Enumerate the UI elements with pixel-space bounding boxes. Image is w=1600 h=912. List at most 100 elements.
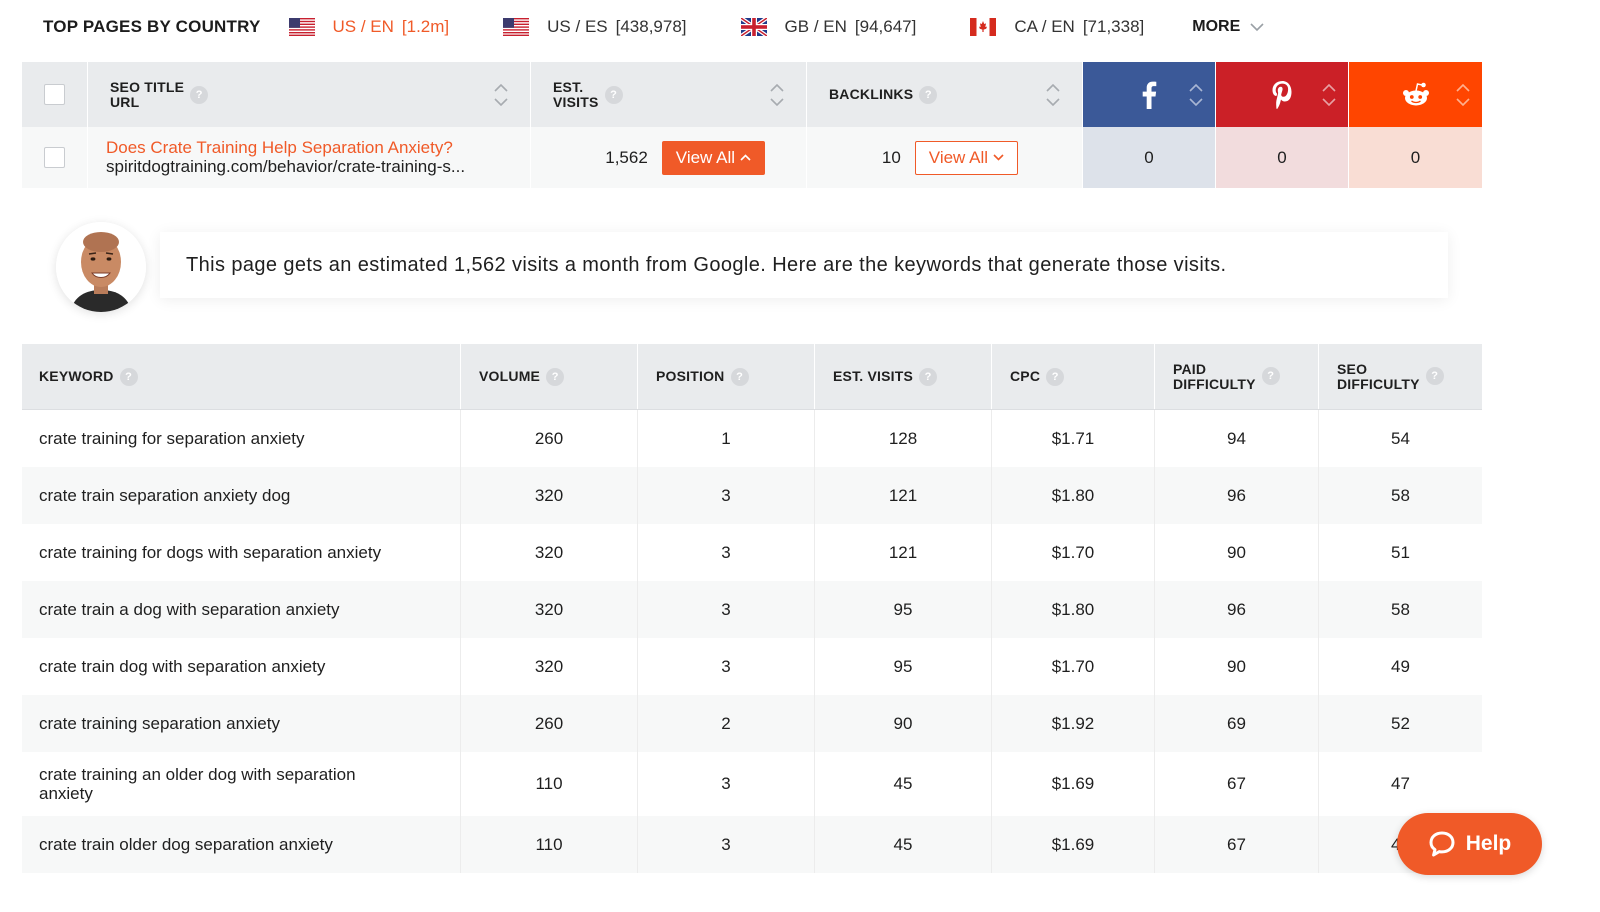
keyword-cell: crate train separation anxiety dog — [39, 486, 291, 505]
paid-label: PAID — [1173, 360, 1207, 377]
view-all-label: View All — [675, 147, 735, 167]
top-table-header: SEO TITLE URL ? EST. VISITS ? BACKLINKS … — [22, 62, 1482, 127]
keyword-cell: crate train a dog with separation anxiet… — [39, 600, 340, 619]
select-all-cell — [22, 62, 88, 127]
sort-icon[interactable] — [770, 83, 784, 106]
table-row: crate train a dog with separation anxiet… — [22, 581, 1482, 638]
seo-difficulty-column-header[interactable]: SEO DIFFICULTY ? — [1319, 344, 1482, 409]
est-visits-cell: 90 — [893, 713, 913, 733]
view-all-visits-button[interactable]: View All — [661, 140, 765, 175]
cpc-cell: $1.92 — [1051, 713, 1095, 733]
row-checkbox[interactable] — [44, 147, 65, 168]
table-row: crate training for separation anxiety 26… — [22, 410, 1482, 467]
help-icon[interactable]: ? — [604, 85, 623, 104]
help-icon[interactable]: ? — [1261, 366, 1280, 385]
sort-icon[interactable] — [1456, 83, 1470, 106]
country-tab-ca-en[interactable]: CA / EN [71,338] — [970, 17, 1144, 37]
keyword-cell: crate training for dogs with separation … — [39, 543, 382, 562]
select-all-checkbox[interactable] — [44, 84, 65, 105]
cpc-cell: $1.69 — [1051, 774, 1095, 793]
table-row: crate training an older dog with separat… — [22, 752, 1482, 816]
est-visits-header[interactable]: EST. VISITS ? — [531, 62, 807, 127]
seo-difficulty-cell: 51 — [1391, 542, 1410, 562]
country-tab-us-es[interactable]: US / ES [438,978] — [503, 17, 687, 37]
cpc-cell: $1.70 — [1051, 656, 1095, 676]
chevron-down-icon — [1250, 22, 1264, 31]
sort-icon[interactable] — [1322, 83, 1336, 106]
reddit-header[interactable] — [1349, 62, 1482, 127]
paid-difficulty-cell: 90 — [1227, 542, 1246, 562]
help-icon[interactable]: ? — [190, 85, 209, 104]
facebook-header[interactable] — [1083, 62, 1216, 127]
keyword-column-header[interactable]: KEYWORD ? — [22, 344, 461, 409]
position-cell: 3 — [721, 656, 731, 676]
help-icon[interactable]: ? — [1046, 367, 1065, 386]
seo-difficulty-cell: 49 — [1391, 656, 1410, 676]
country-tab-us-en[interactable]: US / EN [1.2m] — [288, 17, 449, 37]
pinterest-header[interactable] — [1216, 62, 1349, 127]
country-code: US / ES — [547, 17, 608, 36]
volume-column-header[interactable]: VOLUME ? — [461, 344, 638, 409]
pinterest-shares-value: 0 — [1277, 147, 1287, 167]
paid-difficulty-column-header[interactable]: PAID DIFFICULTY ? — [1155, 344, 1319, 409]
backlinks-header[interactable]: BACKLINKS ? — [807, 62, 1083, 127]
volume-cell: 320 — [534, 542, 564, 562]
backlinks-label: BACKLINKS — [829, 86, 914, 102]
est-visits-cell: 121 — [888, 542, 918, 562]
volume-cell: 260 — [534, 713, 564, 733]
table-row: crate train separation anxiety dog 320 3… — [22, 467, 1482, 524]
facebook-shares-cell: 0 — [1083, 127, 1216, 188]
view-all-backlinks-button[interactable]: View All — [914, 140, 1018, 175]
seo-difficulty-cell: 47 — [1391, 774, 1410, 793]
volume-cell: 110 — [535, 834, 563, 854]
paid-difficulty-cell: 90 — [1227, 656, 1246, 676]
page-title-link[interactable]: Does Crate Training Help Separation Anxi… — [106, 138, 465, 157]
us-flag-icon — [288, 18, 315, 36]
seo-title-header[interactable]: SEO TITLE URL ? — [88, 62, 531, 127]
cpc-cell: $1.80 — [1051, 599, 1095, 619]
help-icon[interactable]: ? — [1425, 366, 1444, 385]
chevron-up-icon — [740, 154, 751, 161]
table-row: crate train dog with separation anxiety … — [22, 638, 1482, 695]
country-count: [71,338] — [1082, 17, 1145, 36]
est-visits-value: 1,562 — [605, 147, 648, 167]
gb-flag-icon — [739, 16, 768, 38]
seo-title-label: SEO TITLE — [110, 78, 185, 95]
position-cell: 3 — [721, 485, 731, 505]
sort-icon[interactable] — [494, 83, 508, 106]
avatar — [56, 222, 146, 312]
paid-difficulty-cell: 67 — [1227, 774, 1246, 793]
help-icon[interactable]: ? — [546, 367, 565, 386]
position-cell: 3 — [721, 599, 731, 619]
position-cell: 3 — [721, 542, 731, 562]
keyword-cell: crate training separation anxiety — [39, 714, 280, 733]
table-row: Does Crate Training Help Separation Anxi… — [22, 127, 1482, 188]
sort-icon[interactable] — [1046, 83, 1060, 106]
help-icon[interactable]: ? — [730, 367, 749, 386]
sort-icon[interactable] — [1189, 83, 1203, 106]
help-icon[interactable]: ? — [119, 367, 138, 386]
position-column-header[interactable]: POSITION ? — [638, 344, 815, 409]
help-icon[interactable]: ? — [919, 85, 938, 104]
keyword-cell: crate training an older dog with separat… — [39, 765, 356, 803]
seo-difficulty-cell: 58 — [1391, 485, 1410, 505]
country-tab-gb-en[interactable]: GB / EN [94,647] — [739, 16, 916, 38]
cpc-header-label: CPC — [1010, 368, 1041, 384]
help-icon[interactable]: ? — [919, 367, 937, 386]
url-label: URL — [110, 93, 140, 110]
paid-difficulty-cell: 94 — [1227, 428, 1246, 448]
keyword-cell: crate train dog with separation anxiety — [39, 657, 326, 676]
est-visits-column-header[interactable]: EST. VISITS ? — [815, 344, 992, 409]
cpc-column-header[interactable]: CPC ? — [992, 344, 1155, 409]
est-visits-cell: 45 — [893, 834, 913, 854]
cpc-cell: $1.80 — [1051, 485, 1095, 505]
visits-message: This page gets an estimated 1,562 visits… — [160, 232, 1448, 298]
volume-cell: 110 — [535, 774, 563, 793]
keyword-cell: crate training for separation anxiety — [39, 429, 305, 448]
position-cell: 3 — [721, 774, 731, 793]
est-visits-cell: 121 — [888, 485, 918, 505]
help-button[interactable]: Help — [1397, 813, 1542, 875]
table-row: crate training for dogs with separation … — [22, 524, 1482, 581]
chevron-down-icon — [993, 154, 1004, 161]
more-countries-dropdown[interactable]: MORE — [1192, 18, 1264, 36]
